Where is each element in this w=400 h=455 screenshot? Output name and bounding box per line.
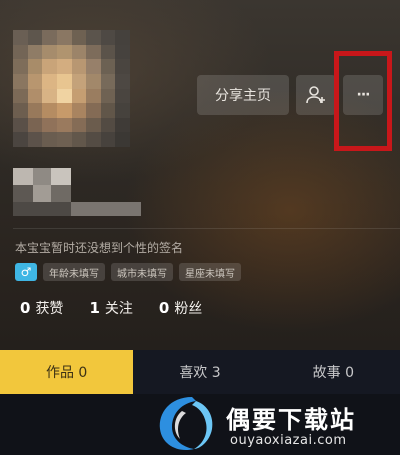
share-profile-label: 分享主页 (215, 88, 271, 104)
tab-stories[interactable]: 故事 0 (267, 350, 400, 394)
stat-following-value: 1 (89, 299, 100, 317)
tab-likes[interactable]: 喜欢 3 (133, 350, 266, 394)
profile-stats: 0 获赞 1 关注 0 粉丝 (20, 298, 202, 318)
add-user-icon (306, 86, 325, 104)
male-icon: ♂ (15, 263, 37, 281)
highlight-box (334, 51, 392, 151)
stat-followers-label: 粉丝 (174, 301, 203, 317)
stat-likes[interactable]: 0 获赞 (20, 298, 63, 318)
stat-followers-value: 0 (158, 299, 170, 317)
avatar[interactable] (13, 30, 130, 147)
tag-age[interactable]: 年龄未填写 (43, 263, 105, 281)
stat-likes-value: 0 (20, 299, 31, 317)
stat-likes-label: 获赞 (35, 301, 64, 317)
stat-followers[interactable]: 0 粉丝 (159, 298, 202, 318)
profile-signature: 本宝宝暂时还没想到个性的签名 (15, 241, 184, 255)
username-pixelated (13, 168, 141, 216)
stat-following[interactable]: 1 关注 (89, 298, 132, 318)
watermark-title: 偶要下载站 (226, 406, 356, 434)
tab-works[interactable]: 作品 0 (0, 350, 134, 394)
add-friend-button[interactable] (296, 75, 336, 115)
watermark-url: ouyaoxiazai.com (230, 433, 347, 448)
profile-tags: ♂ 年龄未填写 城市未填写 星座未填写 (15, 263, 241, 281)
content-tabs: 作品 0 喜欢 3 故事 0 (0, 350, 400, 394)
tag-zodiac[interactable]: 星座未填写 (179, 263, 241, 281)
tag-city[interactable]: 城市未填写 (111, 263, 173, 281)
profile-header: 分享主页 ··· 本宝宝暂时还没想到个性的签名 ♂ 年龄未填写 城市未填写 星座… (0, 0, 400, 350)
divider (13, 228, 400, 229)
watermark-logo-icon (159, 397, 213, 451)
stat-following-label: 关注 (104, 301, 133, 317)
share-profile-button[interactable]: 分享主页 (197, 75, 289, 115)
